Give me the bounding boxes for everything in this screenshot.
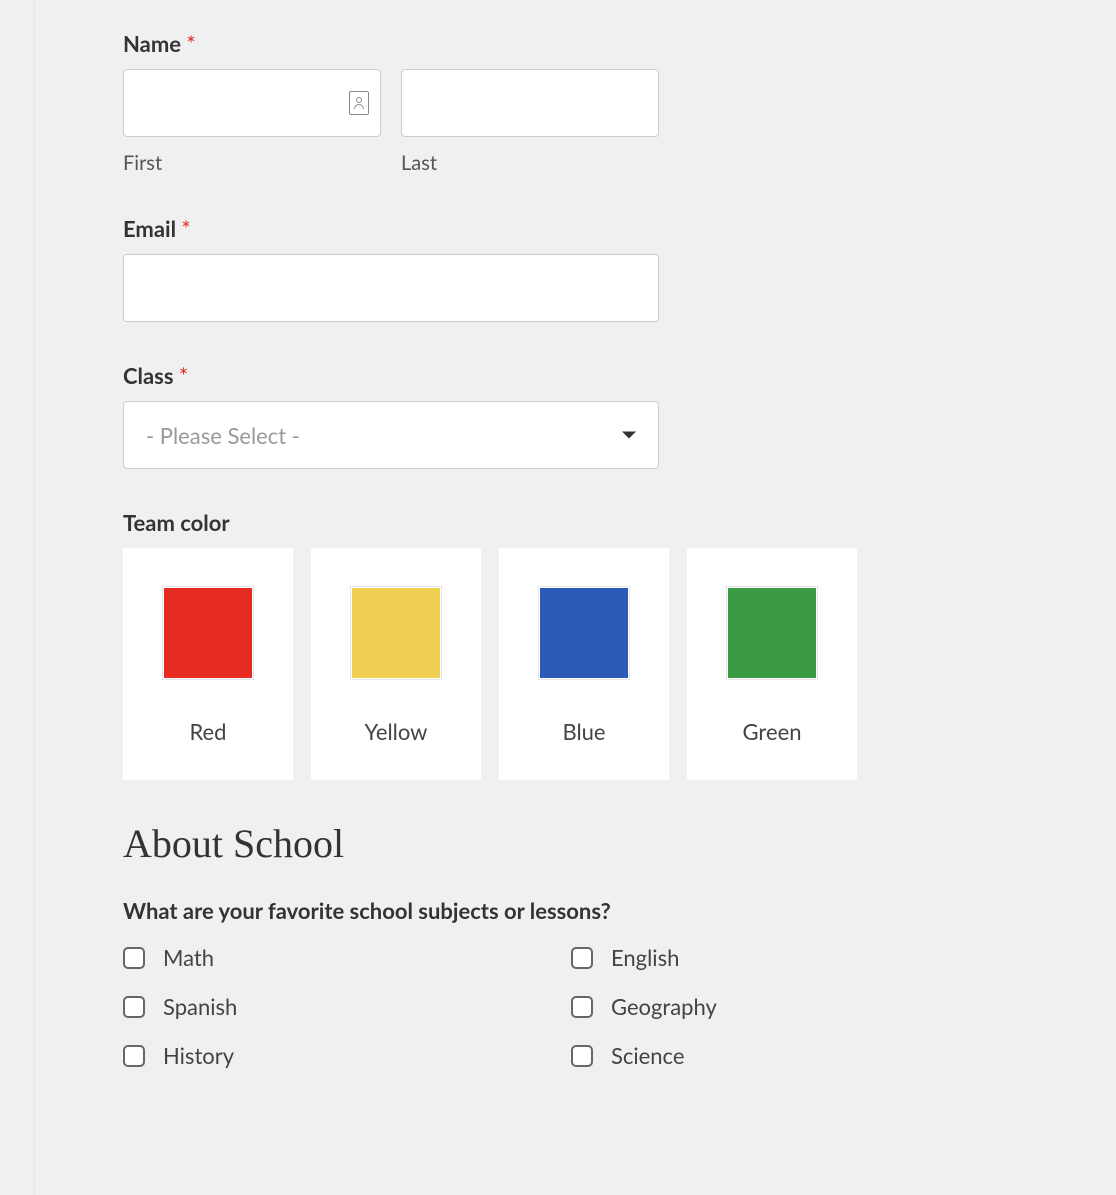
name-label-text: Name (123, 30, 181, 57)
swatch-border (726, 586, 818, 680)
checkbox-label: Science (611, 1042, 684, 1069)
checkbox-box[interactable] (571, 996, 593, 1018)
checkbox-box[interactable] (123, 996, 145, 1018)
swatch-blue (540, 588, 628, 678)
team-color-row: Red Yellow Blue (123, 548, 1056, 780)
checkbox-box[interactable] (123, 1045, 145, 1067)
checkbox-box[interactable] (571, 947, 593, 969)
checkbox-label: Spanish (163, 993, 237, 1020)
last-name-sublabel: Last (401, 151, 659, 175)
checkbox-label: History (163, 1042, 234, 1069)
swatch-border (162, 586, 254, 680)
team-label-yellow: Yellow (365, 718, 428, 745)
checkbox-item-science[interactable]: Science (571, 1042, 1056, 1069)
last-name-col: Last (401, 69, 659, 175)
class-select[interactable]: - Please Select - (123, 401, 659, 469)
class-required-mark: * (179, 362, 188, 389)
checkbox-label: Math (163, 944, 214, 971)
email-input[interactable] (123, 254, 659, 322)
first-name-sublabel: First (123, 151, 381, 175)
swatch-green (728, 588, 816, 678)
team-card-yellow[interactable]: Yellow (311, 548, 481, 780)
team-label-red: Red (189, 718, 226, 745)
name-label: Name * (123, 30, 1056, 57)
team-color-label: Team color (123, 509, 1056, 536)
first-name-wrap (123, 69, 381, 137)
class-label: Class * (123, 362, 1056, 389)
checkbox-item-english[interactable]: English (571, 944, 1056, 971)
name-required-mark: * (186, 30, 195, 57)
email-field-group: Email * (123, 215, 1056, 322)
last-name-input[interactable] (401, 69, 659, 137)
team-label-blue: Blue (562, 718, 605, 745)
checkbox-label: English (611, 944, 679, 971)
swatch-border (350, 586, 442, 680)
class-field-group: Class * - Please Select - (123, 362, 1056, 469)
checkbox-item-math[interactable]: Math (123, 944, 571, 971)
checkbox-item-history[interactable]: History (123, 1042, 571, 1069)
team-card-red[interactable]: Red (123, 548, 293, 780)
email-label: Email * (123, 215, 1056, 242)
swatch-red (164, 588, 252, 678)
class-select-placeholder: - Please Select - (146, 422, 300, 449)
section-heading: About School (123, 820, 1056, 867)
name-field-group: Name * First Last (123, 30, 1056, 175)
first-name-input[interactable] (123, 69, 381, 137)
checkbox-item-geography[interactable]: Geography (571, 993, 1056, 1020)
team-color-field-group: Team color Red Yellow (123, 509, 1056, 780)
subjects-question: What are your favorite school subjects o… (123, 897, 1056, 924)
checkbox-label: Geography (611, 993, 717, 1020)
team-card-green[interactable]: Green (687, 548, 857, 780)
email-required-mark: * (181, 215, 190, 242)
checkbox-item-spanish[interactable]: Spanish (123, 993, 571, 1020)
swatch-border (538, 586, 630, 680)
subjects-grid: Math English Spanish Geography History S… (123, 944, 1056, 1069)
checkbox-box[interactable] (123, 947, 145, 969)
name-row: First Last (123, 69, 1056, 175)
first-name-col: First (123, 69, 381, 175)
checkbox-box[interactable] (571, 1045, 593, 1067)
class-select-wrapper[interactable]: - Please Select - (123, 401, 659, 469)
email-label-text: Email (123, 215, 176, 242)
swatch-yellow (352, 588, 440, 678)
team-label-green: Green (743, 718, 802, 745)
team-card-blue[interactable]: Blue (499, 548, 669, 780)
class-label-text: Class (123, 362, 174, 389)
